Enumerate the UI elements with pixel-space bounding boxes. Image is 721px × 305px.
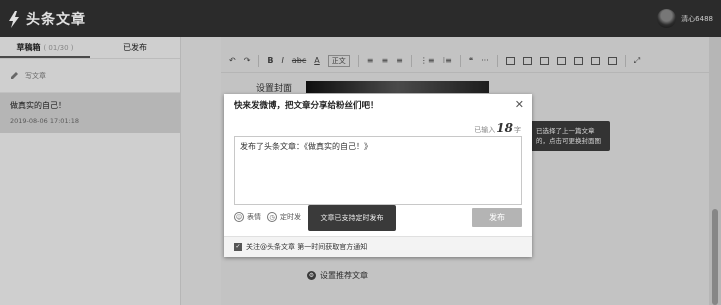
char-counter: 已输入 18 字 (474, 121, 521, 135)
publish-button[interactable]: 发布 (472, 208, 522, 227)
schedule-tooltip: 文章已支持定时发布 (308, 205, 396, 231)
counter-suffix: 字 (514, 126, 521, 134)
dialog-title: 快来发微博，把文章分享给粉丝们吧！ (234, 101, 379, 111)
share-weibo-dialog: 快来发微博，把文章分享给粉丝们吧！ ✕ 已输入 18 字 发布了头条文章：《做真… (224, 94, 532, 257)
weibo-text-input[interactable]: 发布了头条文章：《做真实的自己！》 (234, 136, 522, 205)
dialog-options: ☺ 表情 ◷ 定时发 (234, 212, 307, 222)
emoji-label: 表情 (247, 213, 261, 221)
smiley-icon: ☺ (234, 212, 244, 222)
counter-value: 18 (496, 121, 513, 135)
schedule-label: 定时发 (280, 213, 301, 221)
counter-prefix: 已输入 (474, 126, 496, 134)
dialog-footer: ✓ 关注@头条文章 第一时间获取官方通知 (224, 236, 532, 257)
close-icon[interactable]: ✕ (515, 98, 524, 111)
clock-icon: ◷ (267, 212, 277, 222)
schedule-button[interactable]: ◷ 定时发 (267, 212, 301, 222)
emoji-button[interactable]: ☺ 表情 (234, 212, 261, 222)
follow-checkbox[interactable]: ✓ (234, 243, 242, 251)
follow-label[interactable]: 关注@头条文章 第一时间获取官方通知 (246, 242, 367, 252)
